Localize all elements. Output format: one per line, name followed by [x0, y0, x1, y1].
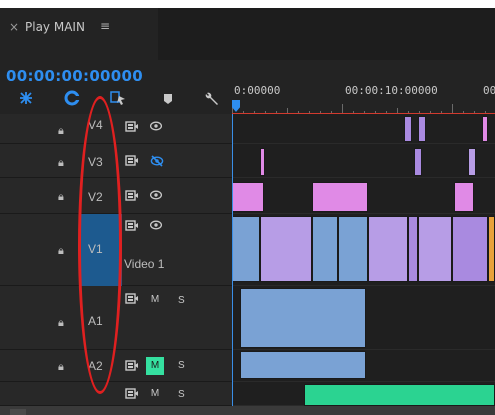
ruler-label-start: 0:00000 — [234, 84, 281, 97]
track-a2: 🔒︎ A2 M S — [0, 350, 495, 382]
audio-clip[interactable] — [240, 351, 366, 379]
eye-off-icon[interactable] — [150, 155, 164, 170]
track-header-v4: 🔒︎ V4 — [0, 114, 232, 144]
clip[interactable] — [468, 148, 476, 176]
clip[interactable] — [482, 116, 488, 142]
mute-button-a1[interactable]: M — [146, 291, 164, 309]
marker-icon[interactable] — [163, 93, 173, 109]
clip[interactable] — [452, 216, 488, 282]
sequence-title: Play MAIN — [25, 20, 85, 34]
track-lane-a3[interactable] — [232, 382, 495, 406]
add-marker-icon[interactable] — [110, 90, 126, 110]
clip[interactable] — [418, 116, 426, 142]
eye-icon[interactable] — [149, 190, 163, 203]
track-name-a1: A1 — [88, 314, 103, 328]
eye-icon[interactable] — [149, 121, 163, 134]
track-v1: 🔒︎ V1 Video 1 — [0, 214, 495, 286]
track-name-a2: A2 — [88, 359, 103, 373]
sync-lock-icon[interactable] — [125, 155, 139, 169]
track-lane-a1[interactable] — [232, 286, 495, 350]
track-v4: 🔒︎ V4 — [0, 114, 495, 144]
linked-selection-icon[interactable] — [64, 90, 80, 110]
lock-icon[interactable]: 🔒︎ — [58, 124, 64, 138]
clip[interactable] — [408, 216, 418, 282]
clip[interactable] — [368, 216, 408, 282]
track-lane-v4[interactable] — [232, 114, 495, 144]
ruler-label-next: 00 — [483, 84, 495, 97]
sync-lock-icon[interactable] — [125, 190, 139, 204]
sync-lock-icon[interactable] — [125, 220, 139, 234]
clip[interactable] — [312, 182, 368, 212]
eye-icon[interactable] — [149, 220, 163, 233]
timeline-header: 00:00:00:00000 0:00000 00:00:10:00000 00 — [0, 60, 495, 122]
lock-icon[interactable]: 🔒︎ — [58, 360, 64, 374]
clip[interactable] — [338, 216, 368, 282]
panel-tab-bar: × Play MAIN ≡ — [0, 8, 495, 60]
track-name-v1: V1 — [88, 242, 103, 256]
scrollbar-thumb[interactable] — [10, 409, 26, 415]
clip[interactable] — [312, 216, 338, 282]
track-name-v2: V2 — [88, 190, 103, 204]
track-header-v2: 🔒︎ V2 — [0, 178, 232, 214]
clip[interactable] — [454, 182, 474, 212]
clip[interactable] — [418, 216, 452, 282]
track-lane-v2[interactable] — [232, 178, 495, 214]
ruler-label-10s: 00:00:10:00000 — [345, 84, 438, 97]
track-a3: M S — [0, 382, 495, 406]
track-header-v3: 🔒︎ V3 — [0, 144, 232, 178]
sequence-tab[interactable]: × Play MAIN ≡ — [0, 8, 158, 60]
panel-menu-icon[interactable]: ≡ — [100, 19, 110, 33]
track-a1: 🔒︎ A1 M S — [0, 286, 495, 350]
track-lane-a2[interactable] — [232, 350, 495, 382]
track-label-v1: Video 1 — [124, 257, 165, 271]
clip[interactable] — [232, 216, 260, 282]
mute-button-a3[interactable]: M — [146, 385, 164, 403]
snap-icon[interactable] — [18, 90, 34, 110]
lock-icon[interactable]: 🔒︎ — [58, 190, 64, 204]
clip[interactable] — [404, 116, 412, 142]
playhead-line — [232, 114, 233, 410]
track-lane-v1[interactable] — [232, 214, 495, 286]
mute-button-a2[interactable]: M — [146, 357, 164, 375]
track-name-v3: V3 — [88, 155, 103, 169]
track-lane-v3[interactable] — [232, 144, 495, 178]
wrench-icon[interactable] — [203, 90, 221, 112]
sync-lock-icon[interactable] — [125, 388, 139, 402]
solo-button-a2[interactable]: S — [178, 360, 185, 371]
track-v2: 🔒︎ V2 — [0, 178, 495, 214]
solo-button-a1[interactable]: S — [178, 295, 185, 306]
solo-button-a3[interactable]: S — [178, 389, 185, 400]
premiere-timeline-panel: × Play MAIN ≡ 00:00:00:00000 0:00000 00:… — [0, 8, 495, 415]
track-v3: 🔒︎ V3 — [0, 144, 495, 178]
sync-lock-icon[interactable] — [125, 360, 139, 374]
clip[interactable] — [260, 216, 312, 282]
sync-lock-icon[interactable] — [125, 121, 139, 135]
audio-clip[interactable] — [240, 288, 366, 348]
clip[interactable] — [260, 148, 265, 176]
track-header-v1: 🔒︎ V1 Video 1 — [0, 214, 232, 286]
lock-icon[interactable]: 🔒︎ — [58, 244, 64, 258]
track-header-a3: M S — [0, 382, 232, 406]
lock-icon[interactable]: 🔒︎ — [58, 156, 64, 170]
audio-clip[interactable] — [304, 384, 495, 406]
track-name-v4: V4 — [88, 118, 103, 132]
lock-icon[interactable]: 🔒︎ — [58, 316, 64, 330]
playhead-timecode[interactable]: 00:00:00:00000 — [6, 67, 143, 85]
track-header-a2: 🔒︎ A2 M S — [0, 350, 232, 382]
horizontal-scrollbar[interactable] — [0, 406, 495, 415]
track-header-a1: 🔒︎ A1 M S — [0, 286, 232, 350]
close-icon[interactable]: × — [9, 20, 19, 34]
track-area: 🔒︎ V4 🔒︎ V3 🔒︎ V2 🔒︎ V1 Video 1 🔒︎ A1 M … — [0, 114, 495, 415]
clip[interactable] — [414, 148, 422, 176]
sync-lock-icon[interactable] — [125, 293, 139, 307]
clip[interactable] — [488, 216, 495, 282]
clip[interactable] — [232, 182, 264, 212]
